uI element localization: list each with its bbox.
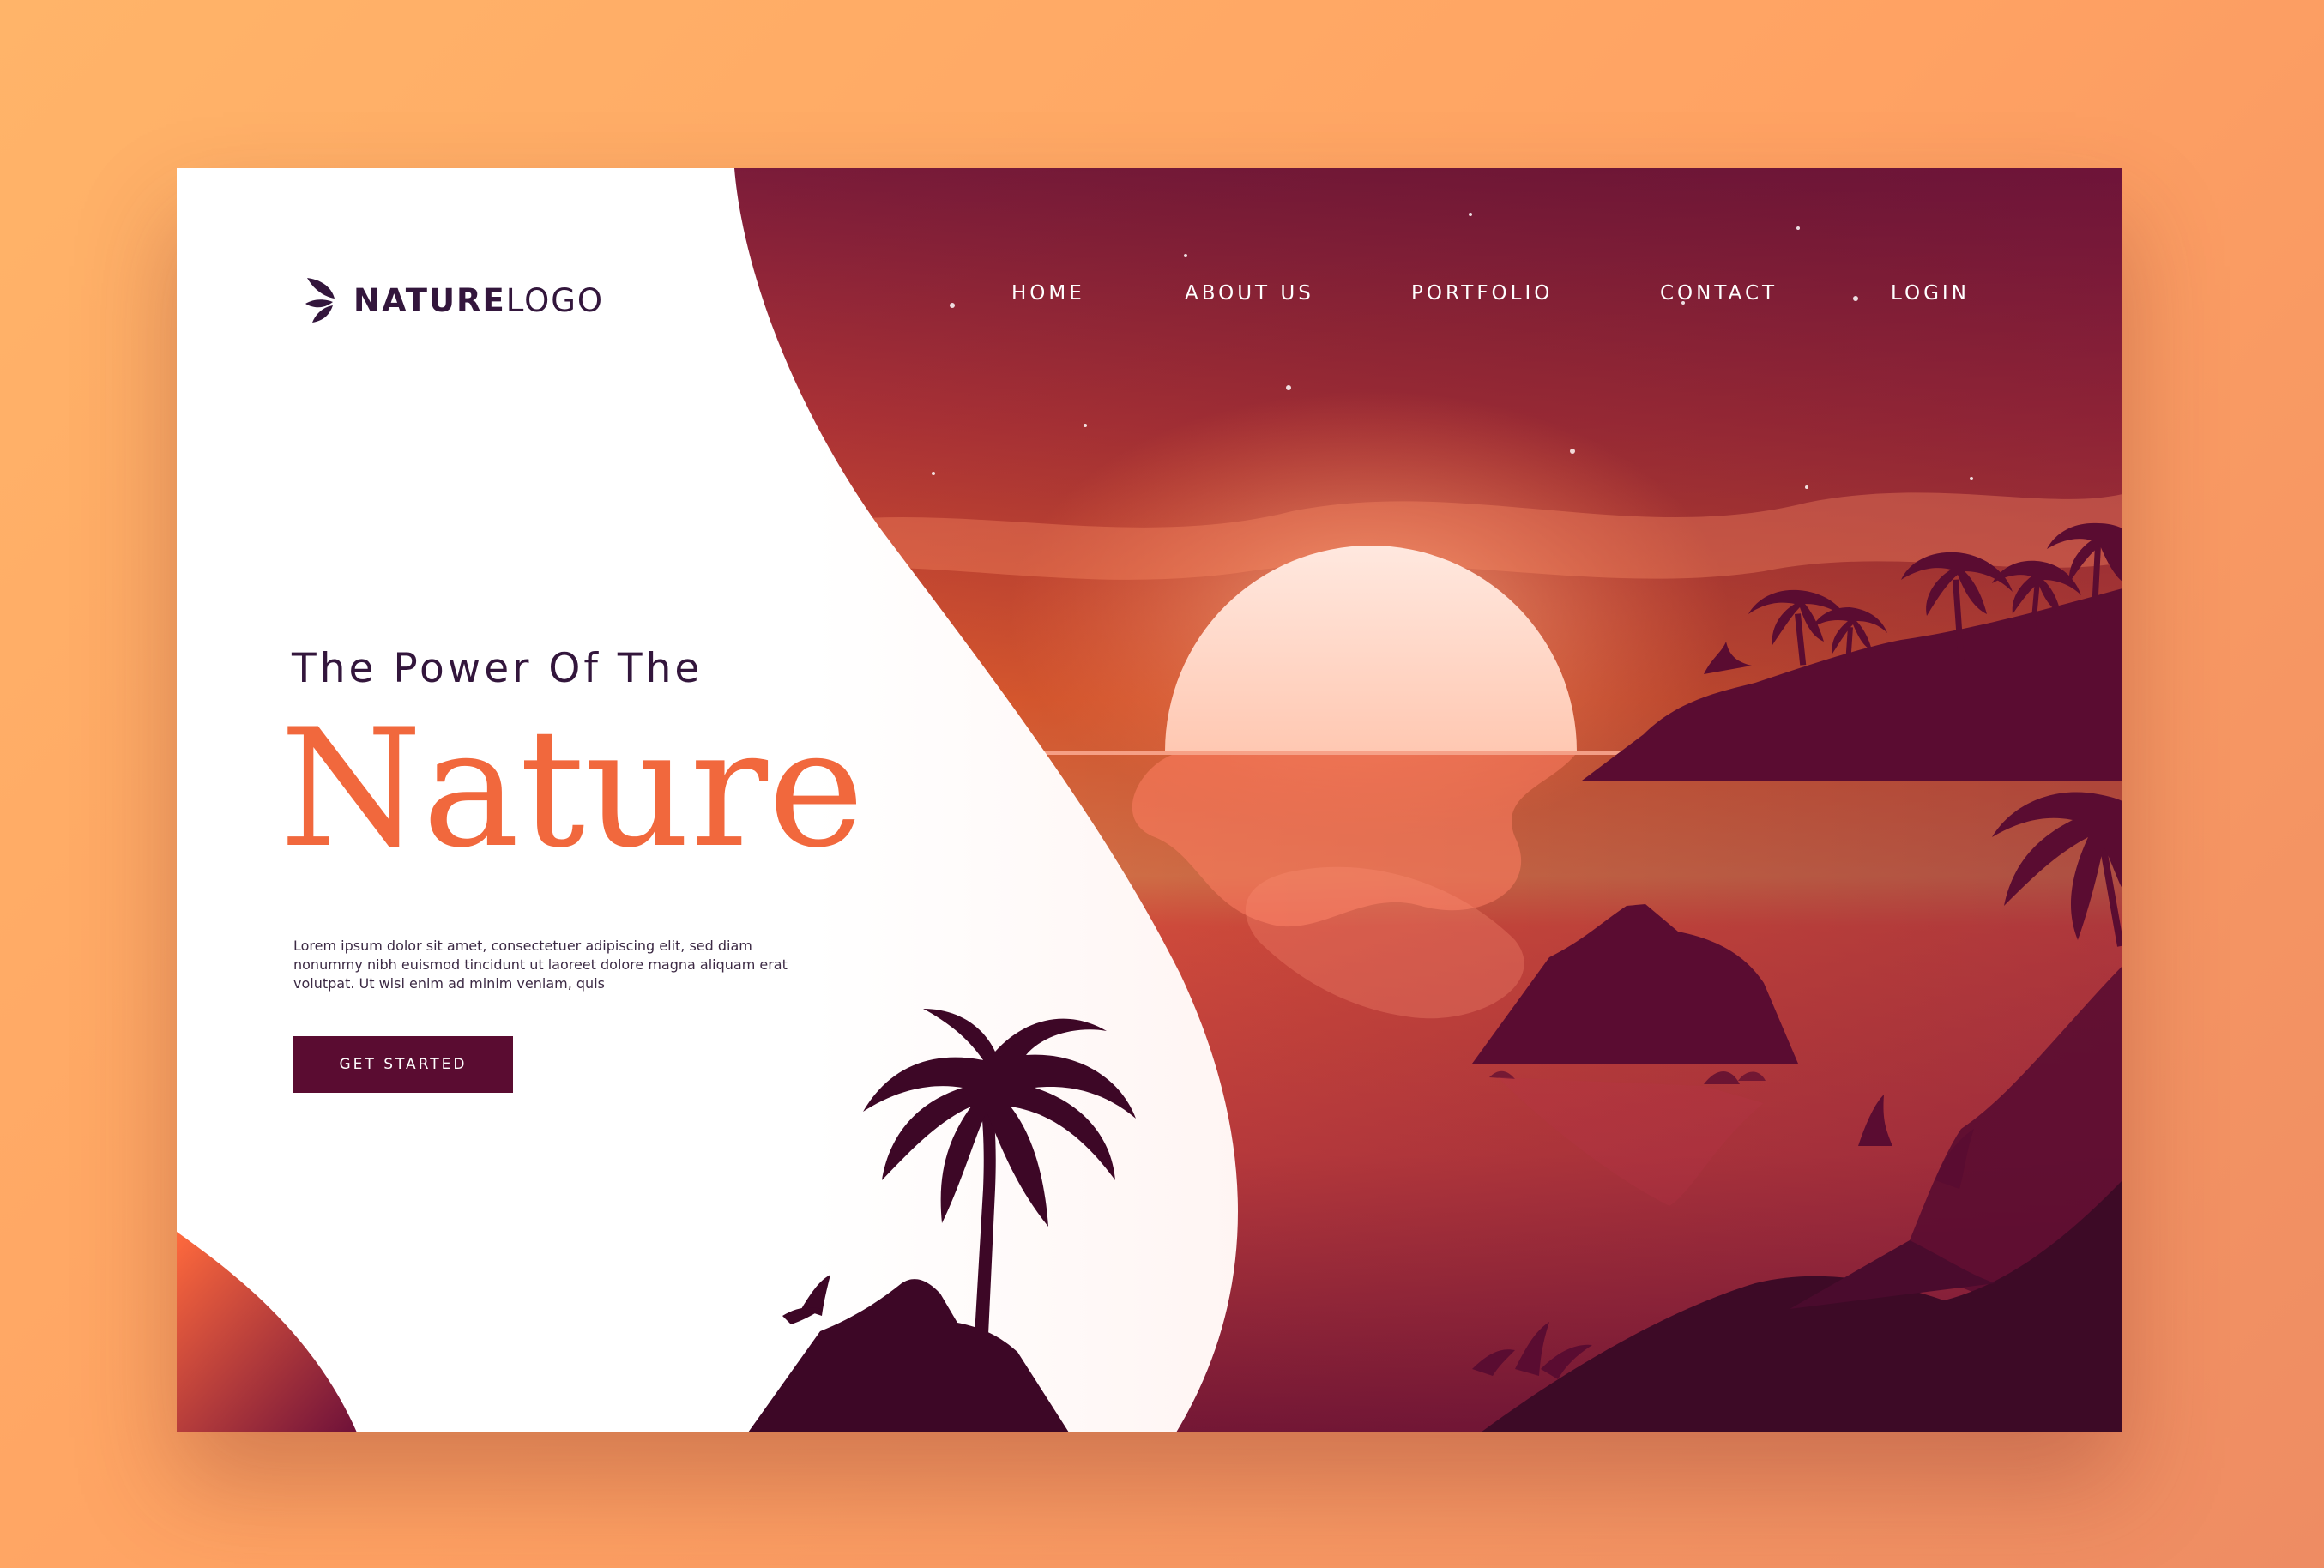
landing-page-card: NATURELOGO HOME ABOUT US PORTFOLIO CONTA… [177, 168, 2122, 1432]
nav-about-us[interactable]: ABOUT US [1185, 274, 1314, 312]
hero-description: Lorem ipsum dolor sit amet, consectetuer… [293, 938, 788, 992]
nav-home[interactable]: HOME [1011, 274, 1085, 312]
hero-title: Nature [280, 694, 865, 884]
nav-portfolio[interactable]: PORTFOLIO [1411, 274, 1553, 312]
nav-contact[interactable]: CONTACT [1660, 274, 1778, 312]
nav-login[interactable]: LOGIN [1891, 274, 1970, 312]
main-nav: HOME ABOUT US PORTFOLIO CONTACT LOGIN [177, 274, 2122, 312]
hero-subtitle: The Power Of The [292, 645, 703, 692]
get-started-button[interactable]: GET STARTED [293, 1036, 513, 1093]
